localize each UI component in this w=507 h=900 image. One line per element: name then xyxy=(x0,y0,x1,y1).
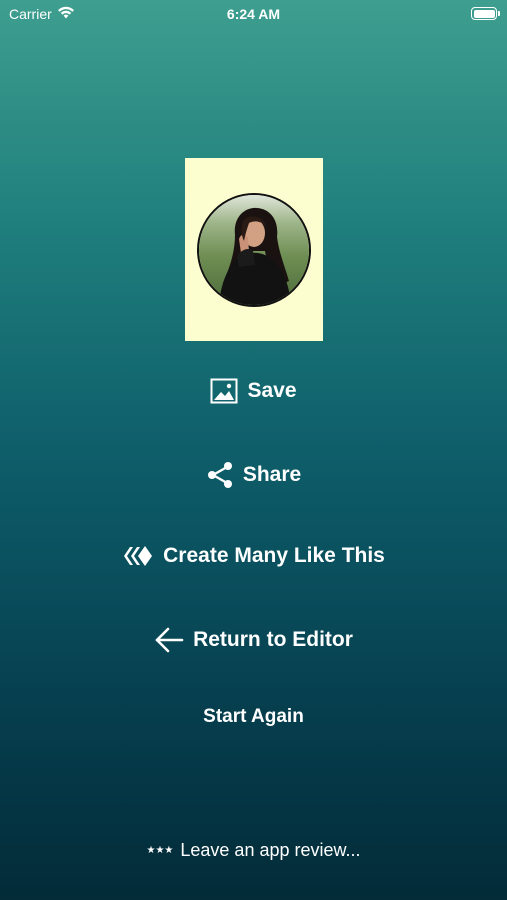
create-many-label: Create Many Like This xyxy=(163,544,385,567)
battery-icon xyxy=(471,7,500,20)
stars-icon: ★★★ xyxy=(146,845,174,856)
share-label: Share xyxy=(242,463,302,486)
create-many-button[interactable]: Create Many Like This xyxy=(0,544,507,568)
image-icon xyxy=(210,378,238,404)
return-label: Return to Editor xyxy=(193,628,353,651)
share-icon xyxy=(206,461,234,489)
arrow-left-icon xyxy=(154,627,184,653)
start-again-button[interactable]: Start Again xyxy=(0,706,507,728)
status-bar: Carrier 6:24 AM xyxy=(0,0,507,28)
status-time: 6:24 AM xyxy=(226,6,281,22)
start-again-label: Start Again xyxy=(203,706,304,727)
portrait-photo xyxy=(197,193,311,307)
save-label: Save xyxy=(247,379,297,402)
return-to-editor-button[interactable]: Return to Editor xyxy=(0,627,507,653)
preview-image xyxy=(185,158,323,341)
leave-review-link[interactable]: ★★★ Leave an app review... xyxy=(0,840,507,861)
review-label: Leave an app review... xyxy=(180,840,361,860)
save-button[interactable]: Save xyxy=(0,378,507,404)
multi-diamond-icon xyxy=(122,544,154,568)
share-button[interactable]: Share xyxy=(0,461,507,489)
